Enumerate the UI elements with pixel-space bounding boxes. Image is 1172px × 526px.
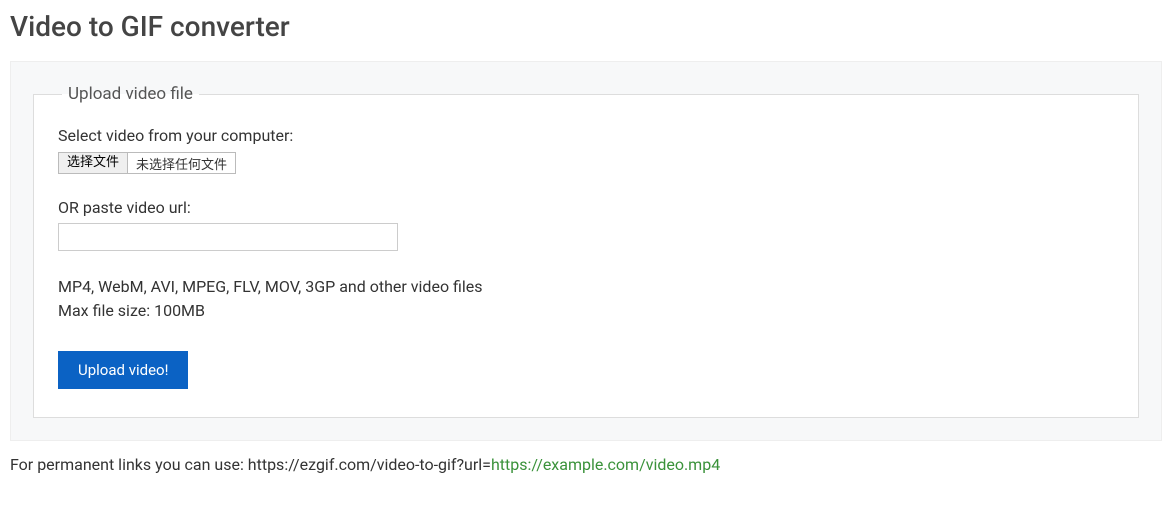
formats-note: MP4, WebM, AVI, MPEG, FLV, MOV, 3GP and … (58, 275, 1114, 299)
file-status-text: 未选择任何文件 (128, 152, 235, 175)
page-title: Video to GIF converter (10, 10, 1162, 43)
permalink-example-url: https://example.com/video.mp4 (491, 455, 720, 474)
upload-panel: Upload video file Select video from your… (10, 61, 1162, 441)
permalink-prefix: For permanent links you can use: https:/… (10, 455, 491, 474)
url-field-group: OR paste video url: (58, 198, 1114, 251)
upload-button[interactable]: Upload video! (58, 351, 188, 389)
url-label: OR paste video url: (58, 198, 1114, 217)
file-select-label: Select video from your computer: (58, 126, 1114, 145)
max-size-note: Max file size: 100MB (58, 299, 1114, 323)
upload-fieldset: Upload video file Select video from your… (33, 84, 1139, 418)
choose-file-button[interactable]: 选择文件 (59, 153, 128, 173)
file-input[interactable]: 选择文件 未选择任何文件 (58, 152, 236, 174)
file-field-group: Select video from your computer: 选择文件 未选… (58, 126, 1114, 174)
upload-legend: Upload video file (62, 84, 199, 104)
video-url-input[interactable] (58, 223, 398, 251)
permalink-hint: For permanent links you can use: https:/… (10, 455, 1162, 474)
